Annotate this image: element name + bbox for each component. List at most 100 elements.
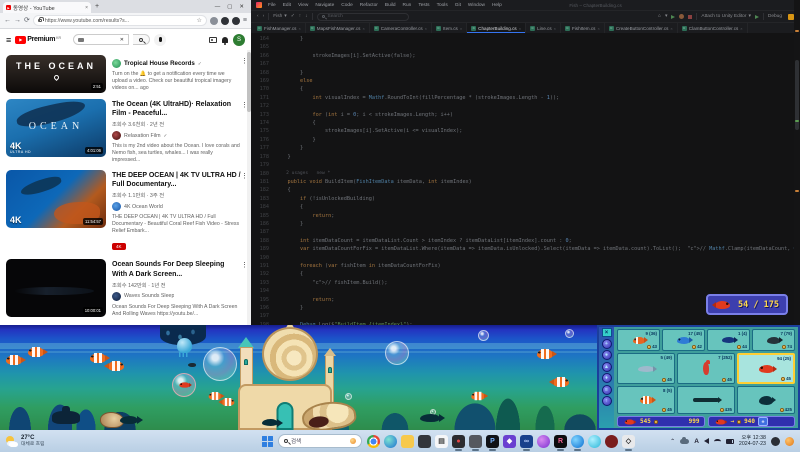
channel-row[interactable]: Tropical House Records✓ (112, 59, 241, 68)
close-tab-icon[interactable]: × (597, 26, 599, 31)
taskbar-app-chrome[interactable] (367, 435, 380, 448)
editor-tab-chapterbuilding-cs[interactable]: CChapterBuilding.cs× (467, 23, 526, 33)
taskbar-app-music[interactable]: ● (452, 435, 465, 448)
taskbar-app-edge[interactable] (384, 435, 397, 448)
menu-edit[interactable]: Edit (282, 3, 292, 8)
shield-icon[interactable] (221, 17, 229, 25)
editor-tab-cameracontroller-cs[interactable]: CCameraController.cs× (370, 23, 432, 33)
close-tab-icon[interactable]: × (460, 26, 462, 31)
debug-button[interactable] (679, 14, 684, 19)
taskbar-app-photoshop[interactable]: P (486, 435, 499, 448)
menu-build[interactable]: Build (384, 3, 397, 8)
hammer-tool[interactable]: + (602, 339, 612, 349)
search-everywhere-bar[interactable]: Search (317, 13, 409, 21)
notification-center-icon[interactable] (771, 437, 780, 446)
notifications-bell-icon[interactable] (222, 37, 228, 43)
shop-item[interactable]: 8 (5)45 (617, 386, 675, 414)
vcs-push-icon[interactable]: ↑ (299, 14, 301, 19)
video-result[interactable]: 10:00:01Ocean Sounds For Deep Sleeping W… (0, 256, 251, 320)
minimize-button[interactable]: — (215, 4, 221, 10)
nav-back-icon[interactable]: ‹ (257, 14, 259, 19)
menu-refactor[interactable]: Refactor (359, 3, 379, 8)
alert-badge-icon[interactable] (785, 437, 794, 446)
extension-icon[interactable] (210, 17, 218, 25)
video-title[interactable]: The Ocean (4K UltraHD)· Relaxation Film … (112, 100, 241, 118)
clear-search-icon[interactable]: ✕ (120, 37, 124, 43)
taskbar-app-rider[interactable]: R (554, 435, 567, 448)
back-button[interactable]: ← (4, 17, 11, 24)
menu-tools[interactable]: Tools (436, 3, 449, 8)
debug-tool-label[interactable]: Debug (768, 14, 782, 19)
editor-tab-item-cs[interactable]: CItem.cs× (432, 23, 467, 33)
taskbar-app-teal-circle-app[interactable] (588, 435, 601, 448)
hamburger-menu-icon[interactable]: ≡ (6, 35, 11, 45)
close-tab-icon[interactable]: × (298, 26, 300, 31)
shop-item[interactable]: 435 (677, 386, 735, 414)
close-tab-icon[interactable]: × (554, 26, 556, 31)
search-input[interactable]: ✕ (73, 34, 129, 45)
close-tab-icon[interactable]: × (670, 26, 672, 31)
close-tab-icon[interactable]: × (740, 26, 742, 31)
video-thumbnail[interactable]: 4K11:54:57 (6, 170, 106, 228)
volume-icon[interactable] (704, 438, 709, 444)
channel-row[interactable]: Relaxation Film✓ (112, 131, 241, 140)
video-thumbnail[interactable]: OCEAN4KULTRA HD4:01:06 (6, 99, 106, 157)
editor-tab-fishmanager-cs[interactable]: CFishManager.cs× (253, 23, 306, 33)
start-button[interactable] (262, 436, 273, 447)
taskbar-app-app-gray[interactable] (469, 435, 482, 448)
channel-row[interactable]: 4K Ocean World (112, 202, 241, 211)
shop-item[interactable]: 5 (49)45 (617, 353, 675, 384)
browser-menu-icon[interactable]: ≡ (243, 17, 247, 24)
menu-window[interactable]: Window (467, 3, 486, 8)
menu-code[interactable]: Code (340, 3, 353, 8)
menu-tests[interactable]: Tests (417, 3, 430, 8)
bookmark-star-icon[interactable]: ☆ (197, 17, 202, 24)
search-button[interactable] (133, 34, 150, 45)
editor-scrollbar[interactable] (794, 0, 800, 325)
video-result[interactable]: 4K11:54:57 THE DEEP OCEAN | 4K TV ULTRA H… (0, 167, 251, 256)
menu-view[interactable]: View (297, 3, 309, 8)
taskbar-app-loop[interactable] (537, 435, 550, 448)
close-button[interactable]: ✕ (239, 4, 244, 10)
stop-button[interactable] (688, 15, 692, 19)
new-tab-button[interactable]: + (95, 3, 99, 10)
onedrive-cloud-icon[interactable] (680, 439, 689, 444)
menu-help[interactable]: Help (491, 3, 503, 8)
attach-play-button[interactable] (755, 15, 759, 19)
shop-item[interactable]: 94 (25)45 (737, 353, 795, 384)
upgrade-tool[interactable]: ▲ (602, 362, 612, 372)
video-thumbnail[interactable]: 10:00:01 (6, 259, 106, 317)
sell-tool[interactable]: ↑ (602, 396, 612, 406)
close-tab-icon[interactable]: × (362, 26, 364, 31)
clock-widget[interactable]: 오후 12:38 2024-07-23 (739, 435, 766, 448)
video-title[interactable]: THE DEEP OCEAN | 4K TV ULTRA HD / Full D… (112, 171, 241, 189)
menu-git[interactable]: Git (454, 3, 462, 8)
run-button[interactable] (671, 15, 675, 19)
menu-file[interactable]: File (267, 3, 277, 8)
menu-run[interactable]: Run (402, 3, 413, 8)
editor-tab-clambuttoncontroller-cs[interactable]: CClamButtonController.cs× (678, 23, 748, 33)
vcs-check-icon[interactable]: ✓ (291, 14, 295, 19)
wifi-icon[interactable] (714, 439, 721, 444)
close-tab-icon[interactable]: × (425, 26, 427, 31)
attach-unity-dropdown[interactable]: Attach to Unity Editor▾ (701, 14, 750, 19)
forward-button[interactable]: → (14, 17, 21, 24)
video-thumbnail[interactable]: THE OCEAN2:51 (6, 55, 106, 93)
editor-tab-line-cs[interactable]: CLine.cs× (526, 23, 561, 33)
browser-tab[interactable]: ▶ 동영상 - YouTube × (3, 2, 91, 13)
video-result[interactable]: OCEAN4KULTRA HD4:01:06 The Ocean (4K Ultr… (0, 96, 251, 167)
fish-tool[interactable]: ● (602, 350, 612, 360)
vcs-pull-icon[interactable]: ↓ (305, 14, 307, 19)
editor-tab-createbuttoncontroller-cs[interactable]: CCreateButtonController.cs× (605, 23, 678, 33)
settings-tool[interactable]: ≡ (602, 385, 612, 395)
youtube-premium-logo[interactable]: ▶ Premium KR (15, 36, 61, 44)
profile-icon[interactable] (232, 17, 240, 25)
editor-tab-fishitem-cs[interactable]: CFishItem.cs× (561, 23, 605, 33)
hidden-icons-chevron[interactable]: ⌃ (670, 438, 675, 445)
close-panel-button[interactable]: × (602, 328, 612, 337)
taskbar-app-purple-app[interactable]: ◆ (503, 435, 516, 448)
shop-item[interactable]: 7 (79)74 (752, 329, 795, 351)
run-config-dropdown[interactable]: ▾ (665, 14, 667, 19)
editor-tab-mapsfishmanager-cs[interactable]: CMapsFishManager.cs× (306, 23, 370, 33)
code-area[interactable]: 164 }165166 strokeImages[i].SetActive(fa… (251, 33, 800, 325)
